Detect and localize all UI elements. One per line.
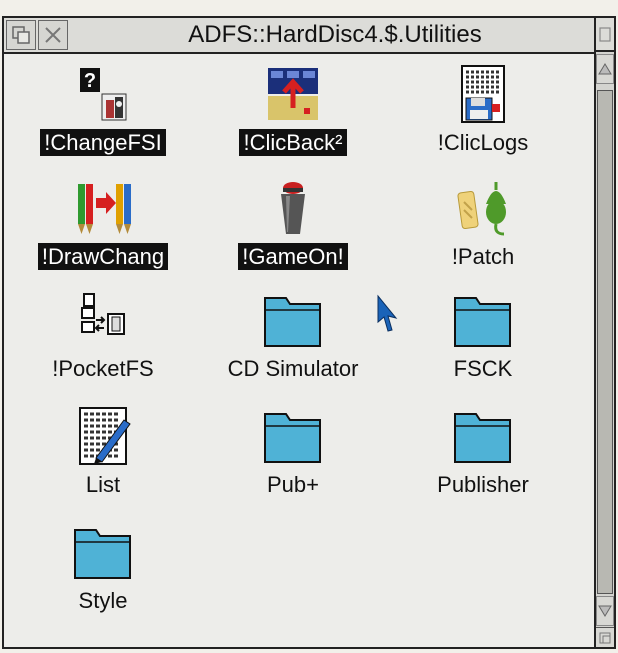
- scroll-down-arrow-icon[interactable]: [596, 596, 614, 626]
- list-icon: [72, 406, 134, 466]
- filer-window: ADFS::HardDisc4.$.Utilities ? !ChangeFSI…: [2, 16, 616, 649]
- back-icon[interactable]: [6, 20, 36, 50]
- file-item-list[interactable]: List: [18, 402, 188, 514]
- file-label: Style: [78, 588, 128, 613]
- file-item-patch[interactable]: !Patch: [398, 174, 568, 286]
- file-item-cliclogs[interactable]: !ClicLogs: [398, 60, 568, 172]
- mouse-pointer-icon: [376, 294, 400, 334]
- file-label: !Patch: [451, 244, 515, 269]
- directory-item-cd-simulator[interactable]: CD Simulator: [208, 286, 378, 398]
- patch-icon: [452, 178, 514, 238]
- file-label: Pub+: [267, 472, 319, 497]
- file-item-clicback[interactable]: !ClicBack²: [208, 60, 378, 172]
- scrollbar-thumb[interactable]: [597, 90, 613, 594]
- directory-contents: ? !ChangeFSI !ClicBack² !ClicLogs !DrawC…: [4, 54, 594, 649]
- file-label: CD Simulator: [227, 356, 359, 381]
- folder-icon: [262, 406, 324, 466]
- title-bar[interactable]: ADFS::HardDisc4.$.Utilities: [4, 18, 594, 54]
- file-label: !GameOn!: [238, 243, 348, 270]
- close-icon[interactable]: [38, 20, 68, 50]
- svg-text:?: ?: [84, 70, 96, 92]
- resize-icon[interactable]: [596, 627, 614, 647]
- file-label: List: [85, 472, 121, 497]
- folder-icon: [72, 522, 134, 582]
- toggle-size-icon[interactable]: [596, 18, 614, 52]
- window-title: ADFS::HardDisc4.$.Utilities: [188, 21, 482, 48]
- file-label: !ClicLogs: [437, 130, 529, 155]
- folder-icon: [262, 290, 324, 350]
- drawchang-icon: [72, 178, 134, 238]
- file-item-gameon[interactable]: !GameOn!: [208, 174, 378, 286]
- changefsi-icon: ?: [72, 64, 134, 124]
- gameon-icon: [262, 178, 324, 238]
- vertical-scrollbar[interactable]: [594, 18, 614, 647]
- directory-item-pub-plus[interactable]: Pub+: [208, 402, 378, 514]
- cliclogs-icon: [452, 64, 514, 124]
- file-label: !ClicBack²: [239, 129, 347, 156]
- directory-item-style[interactable]: Style: [18, 518, 188, 630]
- folder-icon: [452, 406, 514, 466]
- directory-item-fsck[interactable]: FSCK: [398, 286, 568, 398]
- scroll-up-arrow-icon[interactable]: [596, 54, 614, 84]
- file-label: Publisher: [437, 472, 529, 497]
- file-item-drawchang[interactable]: !DrawChang: [18, 174, 188, 286]
- directory-item-publisher[interactable]: Publisher: [398, 402, 568, 514]
- pocketfs-icon: [72, 290, 134, 350]
- clicback-icon: [262, 64, 324, 124]
- file-label: FSCK: [453, 356, 513, 381]
- folder-icon: [452, 290, 514, 350]
- file-label: !DrawChang: [37, 243, 169, 270]
- file-label: !ChangeFSI: [40, 129, 166, 156]
- file-item-changefsi[interactable]: ? !ChangeFSI: [18, 60, 188, 172]
- file-item-pocketfs[interactable]: !PocketFS: [18, 286, 188, 398]
- file-label: !PocketFS: [52, 356, 154, 381]
